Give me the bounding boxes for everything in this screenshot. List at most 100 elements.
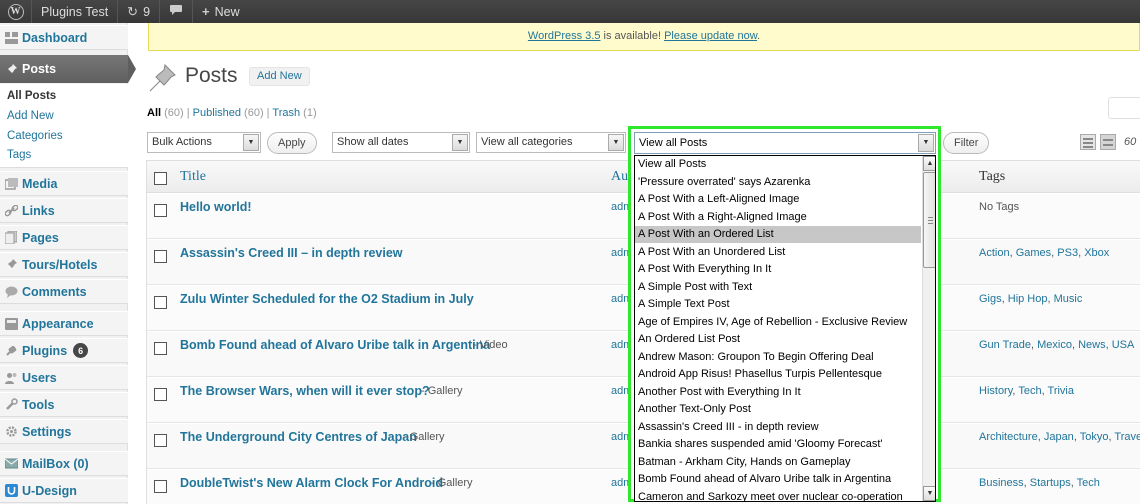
tag-link[interactable]: News [1078, 339, 1106, 351]
dropdown-option[interactable]: Android App Risus! Phasellus Turpis Pell… [635, 366, 921, 383]
list-view-icon[interactable] [1080, 134, 1096, 150]
row-checkbox[interactable] [154, 480, 167, 493]
row-checkbox[interactable] [154, 204, 167, 217]
search-posts-input[interactable] [1108, 97, 1140, 119]
dropdown-scrollbar[interactable]: ▲ ▼ [922, 156, 935, 501]
tag-link[interactable]: Business [979, 477, 1024, 489]
tag-link[interactable]: Japan [1044, 431, 1074, 443]
submenu-tags[interactable]: Tags [7, 149, 31, 161]
sidebar-item-appearance[interactable]: Appearance [0, 311, 128, 336]
scroll-up-icon[interactable]: ▲ [923, 156, 935, 171]
row-checkbox[interactable] [154, 388, 167, 401]
excerpt-view-icon[interactable] [1100, 134, 1116, 150]
categories-filter-select[interactable]: View all categories ▼ [476, 132, 626, 153]
tag-link[interactable]: Xbox [1084, 247, 1109, 259]
tag-link[interactable]: Gigs [979, 293, 1002, 305]
tag-link[interactable]: Hip Hop [1008, 293, 1048, 305]
sidebar-item-settings[interactable]: Settings [0, 419, 128, 444]
submenu-all-posts[interactable]: All Posts [7, 90, 56, 102]
site-name-link[interactable]: Plugins Test [32, 0, 119, 23]
tag-link[interactable]: Gun Trade [979, 339, 1031, 351]
tag-link[interactable]: Games [1016, 247, 1051, 259]
sidebar-item-users[interactable]: Users [0, 365, 128, 390]
dropdown-option[interactable]: A Post With an Unordered List [635, 244, 921, 261]
select-all-checkbox[interactable] [154, 172, 167, 185]
new-content-button[interactable]: + New [193, 0, 249, 23]
dates-filter-select[interactable]: Show all dates ▼ [332, 132, 470, 153]
tag-link[interactable]: Tokyo [1080, 431, 1109, 443]
sidebar-item-tours-hotels[interactable]: Tours/Hotels [0, 252, 128, 277]
filter-all-link[interactable]: All [147, 107, 161, 119]
post-title-link[interactable]: Assassin's Creed III – in depth review [180, 246, 403, 260]
dropdown-option[interactable]: Another Post with Everything In It [635, 384, 921, 401]
scrollbar-thumb[interactable] [923, 172, 935, 268]
tag-link[interactable]: Tech [1018, 385, 1041, 397]
dropdown-option[interactable]: Batman - Arkham City, Hands on Gameplay [635, 454, 921, 471]
dropdown-option[interactable]: Another Text-Only Post [635, 401, 921, 418]
sidebar-item-tools[interactable]: Tools [0, 392, 128, 417]
update-now-link[interactable]: Please update now [664, 30, 757, 42]
dropdown-option[interactable]: Age of Empires IV, Age of Rebellion - Ex… [635, 314, 921, 331]
row-checkbox[interactable] [154, 434, 167, 447]
comments-button[interactable] [160, 0, 194, 23]
sidebar-item-plugins[interactable]: Plugins 6 [0, 338, 128, 363]
dropdown-option[interactable]: Bankia shares suspended amid 'Gloomy For… [635, 436, 921, 453]
row-checkbox[interactable] [154, 342, 167, 355]
post-title-link[interactable]: The Underground City Centres of Japan [180, 430, 417, 444]
tag-link[interactable]: Tech [1077, 477, 1100, 489]
filter-button[interactable]: Filter [943, 132, 990, 154]
bulk-actions-select[interactable]: Bulk Actions ▼ [147, 132, 261, 153]
post-title-link[interactable]: Zulu Winter Scheduled for the O2 Stadium… [180, 292, 474, 306]
submenu-categories[interactable]: Categories [7, 130, 63, 142]
tag-link[interactable]: PS3 [1057, 247, 1078, 259]
dropdown-option[interactable]: Cameron and Sarkozy meet over nuclear co… [635, 489, 921, 502]
tag-link[interactable]: History [979, 385, 1012, 397]
column-author-header[interactable]: Au [611, 169, 628, 185]
dropdown-option[interactable]: Andrew Mason: Groupon To Begin Offering … [635, 349, 921, 366]
wordpress-version-link[interactable]: WordPress 3.5 [528, 30, 601, 42]
submenu-add-new[interactable]: Add New [7, 110, 54, 122]
dropdown-option[interactable]: 'Pressure overrated' says Azarenka [635, 174, 921, 191]
dropdown-option[interactable]: Assassin's Creed III - in depth review [635, 419, 921, 436]
column-title-header[interactable]: Title [180, 169, 206, 185]
tag-link[interactable]: Action [979, 247, 1010, 259]
posts-filter-select[interactable]: View all Posts ▼ [634, 132, 936, 154]
row-checkbox[interactable] [154, 296, 167, 309]
scroll-down-icon[interactable]: ▼ [923, 486, 935, 501]
post-title-link[interactable]: Hello world! [180, 200, 252, 214]
dropdown-option[interactable]: A Simple Post with Text [635, 279, 921, 296]
apply-button[interactable]: Apply [267, 132, 317, 154]
tag-link[interactable]: Trave [1114, 431, 1140, 443]
add-new-button[interactable]: Add New [249, 67, 310, 86]
post-title-link[interactable]: The Browser Wars, when will it ever stop… [180, 384, 430, 398]
tag-link[interactable]: Architecture [979, 431, 1038, 443]
sidebar-item-u-design[interactable]: U-Design [0, 478, 128, 503]
dropdown-option[interactable]: An Ordered List Post [635, 331, 921, 348]
updates-button[interactable]: ↻ 9 [118, 0, 161, 23]
dropdown-option[interactable]: A Post With Everything In It [635, 261, 921, 278]
sidebar-item-mailbox[interactable]: MailBox (0) [0, 451, 128, 476]
filter-published-link[interactable]: Published [193, 107, 241, 119]
sidebar-item-links[interactable]: Links [0, 198, 128, 223]
tag-link[interactable]: USA [1112, 339, 1135, 351]
sidebar-item-media[interactable]: Media [0, 171, 128, 196]
dropdown-option[interactable]: A Post With a Left-Aligned Image [635, 191, 921, 208]
tag-link[interactable]: Trivia [1048, 385, 1074, 397]
dropdown-option[interactable]: A Simple Text Post [635, 296, 921, 313]
tag-link[interactable]: Startups [1030, 477, 1071, 489]
tag-link[interactable]: Music [1054, 293, 1083, 305]
sidebar-item-posts[interactable]: Posts [0, 55, 136, 83]
row-checkbox[interactable] [154, 250, 167, 263]
tag-link[interactable]: Mexico [1037, 339, 1072, 351]
post-title-link[interactable]: DoubleTwist's New Alarm Clock For Androi… [180, 476, 443, 490]
sidebar-item-dashboard[interactable]: Dashboard [0, 25, 128, 50]
post-title-link[interactable]: Bomb Found ahead of Alvaro Uribe talk in… [180, 338, 490, 352]
sidebar-item-pages[interactable]: Pages [0, 225, 128, 250]
sidebar-item-comments[interactable]: Comments [0, 279, 128, 304]
dropdown-option[interactable]: Bomb Found ahead of Alvaro Uribe talk in… [635, 471, 921, 488]
wordpress-logo-button[interactable]: W [0, 0, 32, 23]
dropdown-option[interactable]: A Post With a Right-Aligned Image [635, 209, 921, 226]
dropdown-option-selected[interactable]: A Post With an Ordered List [635, 226, 921, 243]
dropdown-option[interactable]: View all Posts [635, 156, 921, 173]
filter-trash-link[interactable]: Trash [272, 107, 300, 119]
